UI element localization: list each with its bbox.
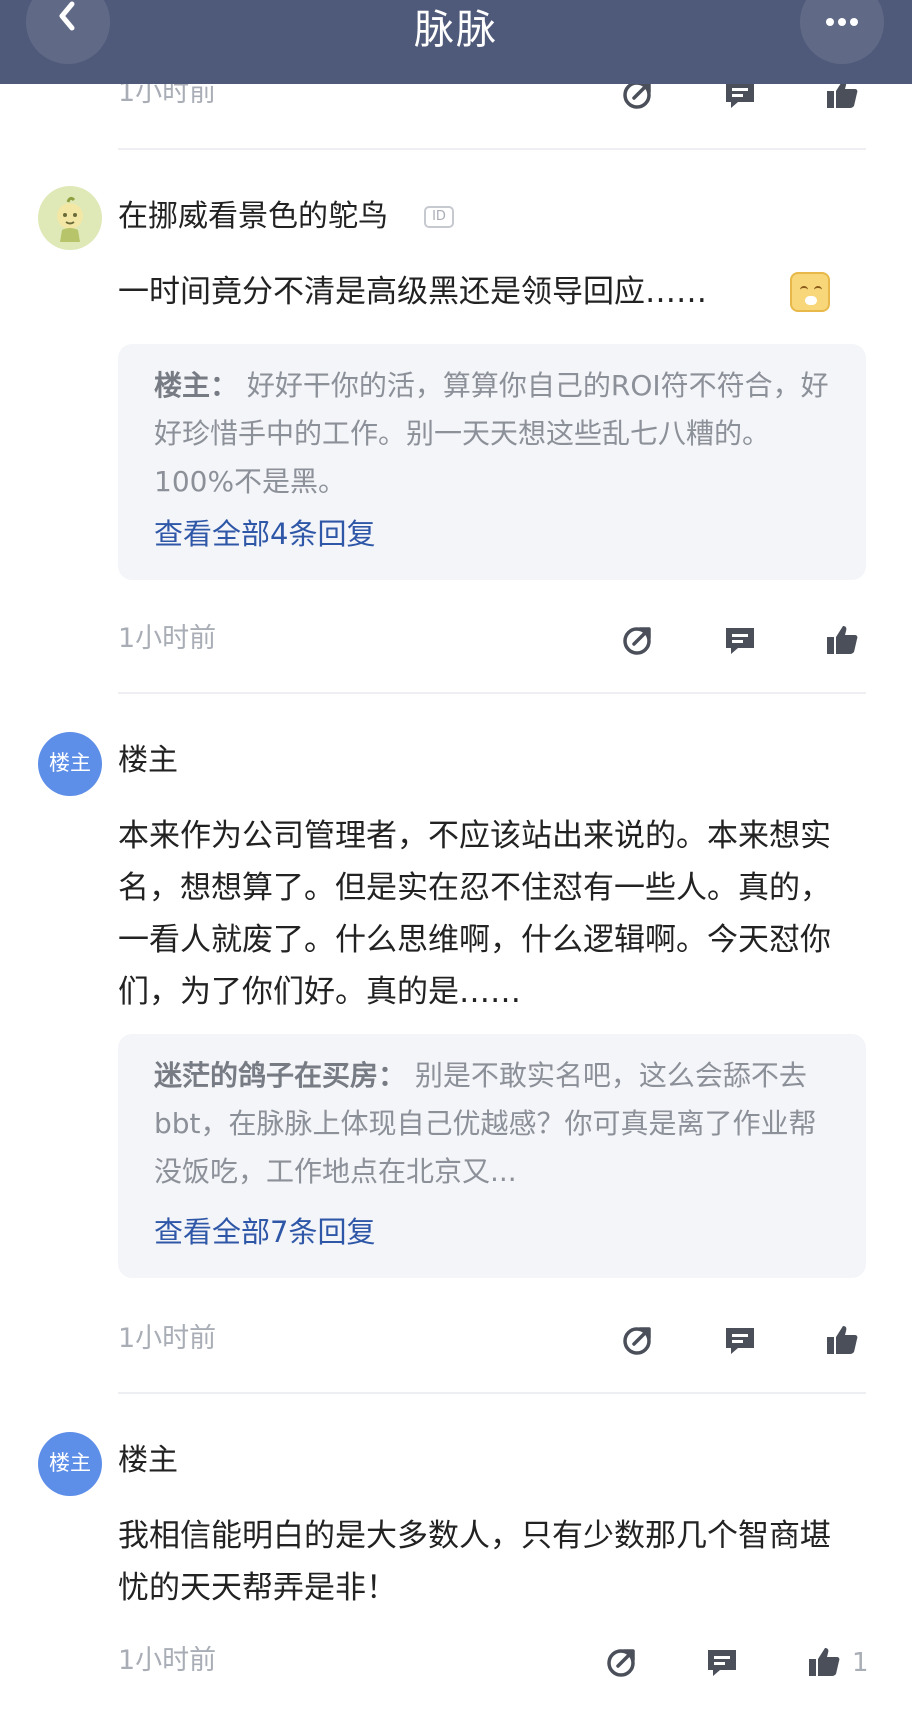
thumbs-up-icon [809,1648,840,1676]
avatar[interactable]: 楼主 [38,1432,102,1496]
comment-time: 1小时前 [118,1323,217,1354]
comment-button[interactable] [702,1642,742,1682]
comment-meta-row: 1小时前 1 [0,1634,912,1690]
reply-content: 楼主： 好好干你的活，算算你自己的ROI符不符合，好好珍惜手中的工作。别一天天想… [154,362,834,506]
comment-text: 本来作为公司管理者，不应该站出来说的。本来想实名，想想算了。但是实在忍不住怼有一… [118,818,831,1010]
comment-icon [708,1650,736,1676]
avatar[interactable]: 楼主 [38,732,102,796]
share-button[interactable] [618,1320,658,1360]
author-name[interactable]: 楼主 [118,1442,178,1480]
comment-button[interactable] [720,620,760,660]
divider [118,148,866,150]
reply-author: 迷茫的鸽子在买房： [154,1059,407,1092]
id-badge: ID [424,206,454,228]
comment-icon [726,1328,754,1354]
like-button[interactable] [804,1642,844,1682]
comment-time: 1小时前 [118,1645,217,1676]
comment-meta-row: 1小时前 [0,612,912,668]
author-name[interactable]: 在挪威看景色的鸵鸟 [118,198,388,236]
share-icon [623,627,651,655]
avatar-label: 楼主 [49,751,91,775]
page-title: 脉脉 [414,7,498,53]
view-all-replies-link[interactable]: 查看全部4条回复 [154,516,375,552]
comment-meta-row: 1小时前 [0,1312,912,1368]
reply-preview[interactable]: 楼主： 好好干你的活，算算你自己的ROI符不符合，好好珍惜手中的工作。别一天天想… [118,344,866,580]
like-button[interactable] [822,620,862,660]
reply-text: 好好干你的活，算算你自己的ROI符不符合，好好珍惜手中的工作。别一天天想这些乱七… [154,369,829,498]
thumbs-up-icon [827,626,858,654]
like-count: 1 [852,1648,869,1678]
page: 脉脉 1小时前 在挪威看景色的鸵鸟 ID 一时间竟分不清是高级黑还是领导回应……… [0,0,912,1709]
comment-text: 我相信能明白的是大多数人，只有少数那几个智商堪忧的天天帮弄是非！ [118,1518,831,1606]
reply-preview[interactable]: 迷茫的鸽子在买房： 别是不敢实名吧，这么会舔不去bbt，在脉脉上体现自己优越感？… [118,1034,866,1278]
reply-author: 楼主： [154,369,239,402]
avatar-label: 楼主 [49,1451,91,1475]
like-button[interactable] [822,1320,862,1360]
share-button[interactable] [602,1642,642,1682]
more-button[interactable] [800,0,884,64]
share-icon [623,1327,651,1355]
comment-button[interactable] [720,1320,760,1360]
laughing-emoji-icon [790,272,830,312]
reply-content: 迷茫的鸽子在买房： 别是不敢实名吧，这么会舔不去bbt，在脉脉上体现自己优越感？… [154,1052,834,1196]
comment-time: 1小时前 [118,623,217,654]
divider [118,692,866,694]
top-nav-bar: 脉脉 [0,0,912,84]
avatar[interactable] [38,186,102,250]
more-horizontal-icon [826,18,858,26]
share-button[interactable] [618,620,658,660]
thumbs-up-icon [827,1326,858,1354]
share-icon [607,1649,635,1677]
comment-icon [726,628,754,654]
comment-text: 一时间竟分不清是高级黑还是领导回应…… [118,274,707,310]
cartoon-avatar [57,196,83,242]
author-name[interactable]: 楼主 [118,742,178,780]
view-all-replies-link[interactable]: 查看全部7条回复 [154,1214,375,1250]
divider [118,1392,866,1394]
